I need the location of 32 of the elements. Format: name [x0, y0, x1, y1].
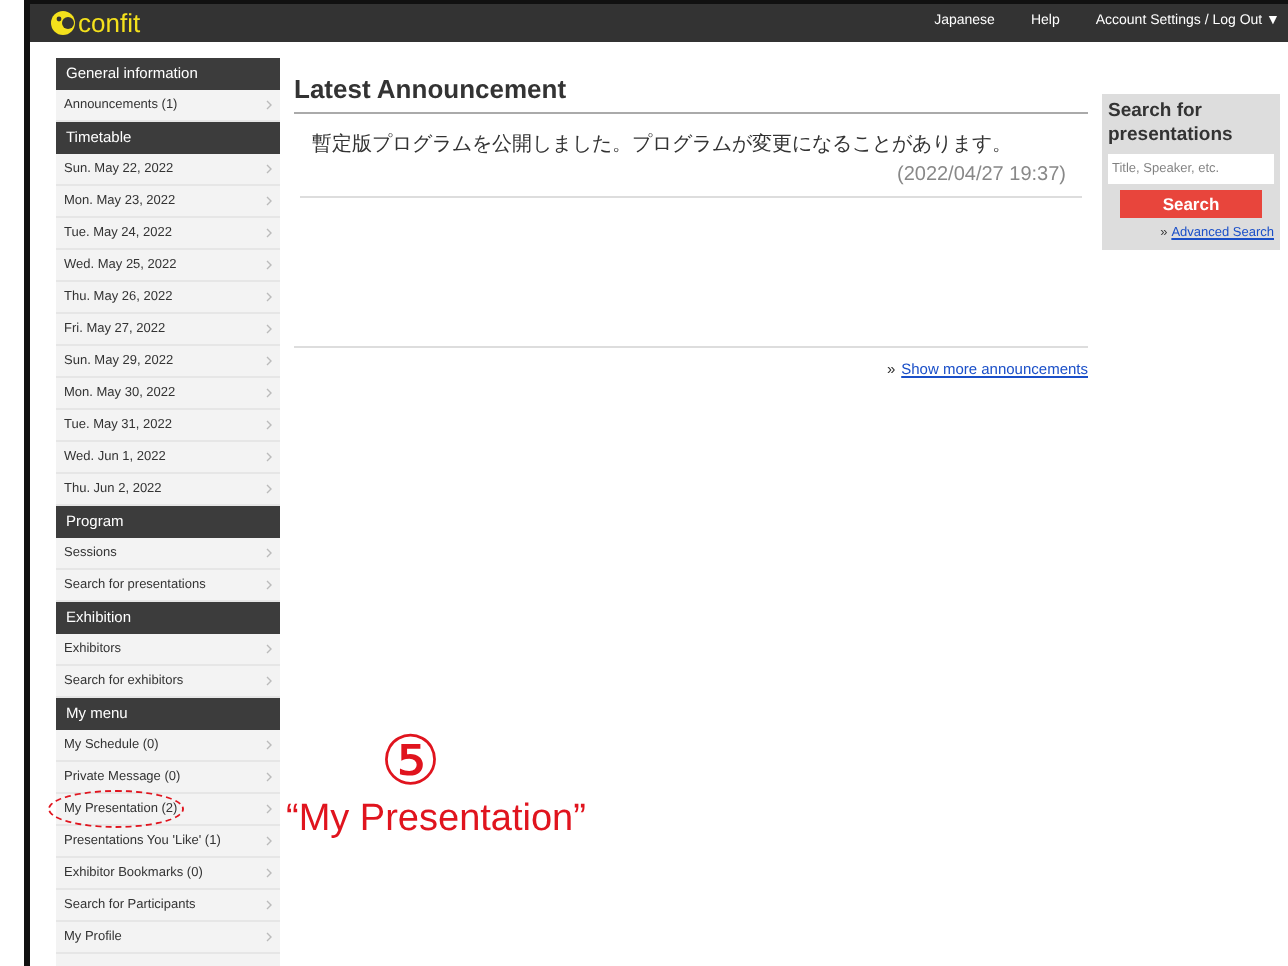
search-button[interactable]: Search — [1120, 190, 1262, 218]
chevron-icon — [266, 484, 272, 494]
announcement-text: 暫定版プログラムを公開しました。プログラムが変更になることがあります。 — [310, 131, 1014, 159]
chevron-icon — [266, 388, 272, 398]
chevron-icon — [266, 804, 272, 814]
chevron-icon — [266, 740, 272, 750]
chevron-icon — [266, 420, 272, 430]
annotation-label: “My Presentation” — [286, 800, 586, 838]
chevron-icon — [266, 260, 272, 270]
chevron-icon — [266, 868, 272, 878]
chevron-icon — [266, 676, 272, 686]
chevron-icon — [266, 900, 272, 910]
chevron-icon — [266, 228, 272, 238]
chevron-icon — [266, 932, 272, 942]
annotation-number: ⑤ — [380, 728, 440, 796]
chevron-icon — [266, 356, 272, 366]
chevron-icon — [266, 772, 272, 782]
announcement-time: (2022/04/27 19:37) — [896, 161, 1068, 189]
logo[interactable]: confit — [50, 10, 141, 36]
chevron-icon — [266, 196, 272, 206]
chevron-icon — [266, 548, 272, 558]
logo-icon — [50, 10, 76, 36]
panel-title: Search for presentations — [1108, 100, 1235, 148]
chevron-icon — [266, 292, 272, 302]
chevron-icon — [266, 836, 272, 846]
chevron-icon — [266, 100, 272, 110]
chevron-icon — [266, 644, 272, 654]
chevron-icon — [266, 452, 272, 462]
section-title: Latest Announcement — [294, 70, 1088, 113]
chevron-icon — [266, 580, 272, 590]
chevron-icon — [266, 164, 272, 174]
chevron-icon — [266, 324, 272, 334]
